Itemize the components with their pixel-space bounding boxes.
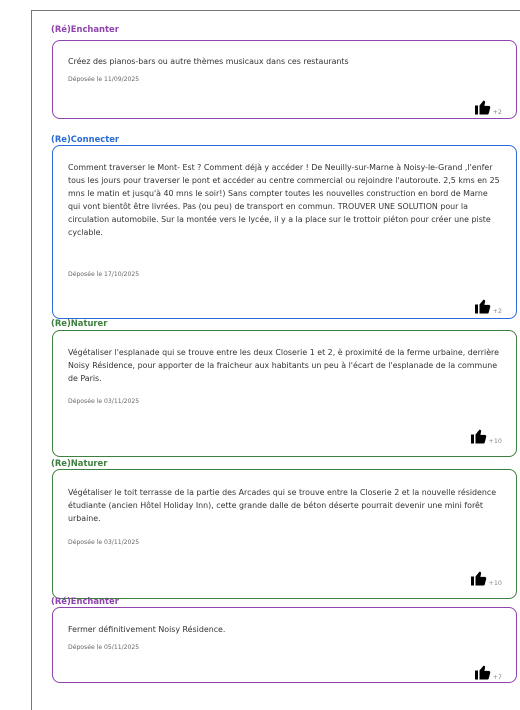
proposal-item: (Re)Connecter Comment traverser le Mont-…	[51, 134, 519, 322]
category-label: (Re)Naturer	[51, 458, 108, 468]
submission-date: Déposée le 11/09/2025	[68, 76, 140, 83]
thumbs-up-icon	[474, 299, 490, 314]
category-label: (Re)Connecter	[51, 134, 120, 144]
proposal-card[interactable]: Végétaliser l'esplanade qui se trouve en…	[52, 330, 517, 457]
thumbs-up-icon	[474, 665, 490, 680]
submission-date: Déposée le 03/11/2025	[68, 539, 140, 546]
like-button[interactable]: +2	[473, 297, 502, 315]
proposal-item: (Ré)Enchanter Fermer définitivement Nois…	[51, 596, 519, 696]
proposal-text: Créez des pianos-bars ou autre thèmes mu…	[68, 57, 349, 66]
thumbs-up-icon	[470, 429, 486, 444]
submission-date: Déposée le 05/11/2025	[68, 644, 140, 651]
like-button[interactable]: +10	[469, 569, 503, 587]
proposal-item: (Re)Naturer Végétaliser l'esplanade qui …	[51, 318, 519, 460]
proposal-text: Fermer définitivement Noisy Résidence.	[68, 625, 226, 634]
submission-date: Déposée le 03/11/2025	[68, 398, 140, 405]
like-count: +10	[488, 437, 503, 445]
proposal-text: Comment traverser le Mont- Est ? Comment…	[68, 163, 500, 237]
proposal-card[interactable]: Fermer définitivement Noisy Résidence. D…	[52, 607, 517, 683]
proposal-item: (Re)Naturer Végétaliser le toit terrasse…	[51, 458, 519, 601]
category-label: (Re)Naturer	[51, 318, 108, 328]
submission-date: Déposée le 17/10/2025	[68, 271, 140, 278]
like-button[interactable]: +10	[469, 427, 503, 445]
proposal-card[interactable]: Comment traverser le Mont- Est ? Comment…	[52, 145, 517, 319]
like-button[interactable]: +7	[473, 663, 502, 681]
proposal-text: Végétaliser le toit terrasse de la parti…	[68, 488, 497, 523]
proposal-text: Végétaliser l'esplanade qui se trouve en…	[68, 348, 499, 383]
category-label: (Ré)Enchanter	[51, 596, 119, 606]
thumbs-up-icon	[470, 571, 486, 586]
thumbs-up-icon	[474, 100, 490, 115]
like-count: +2	[492, 307, 502, 315]
like-count: +2	[492, 108, 502, 116]
like-count: +10	[488, 579, 503, 587]
proposal-card[interactable]: Végétaliser le toit terrasse de la parti…	[52, 469, 517, 599]
like-button[interactable]: +2	[473, 98, 502, 116]
category-label: (Ré)Enchanter	[51, 24, 119, 34]
like-count: +7	[492, 673, 502, 681]
proposal-item: (Ré)Enchanter Créez des pianos-bars ou a…	[51, 24, 519, 120]
proposal-card[interactable]: Créez des pianos-bars ou autre thèmes mu…	[52, 40, 517, 119]
